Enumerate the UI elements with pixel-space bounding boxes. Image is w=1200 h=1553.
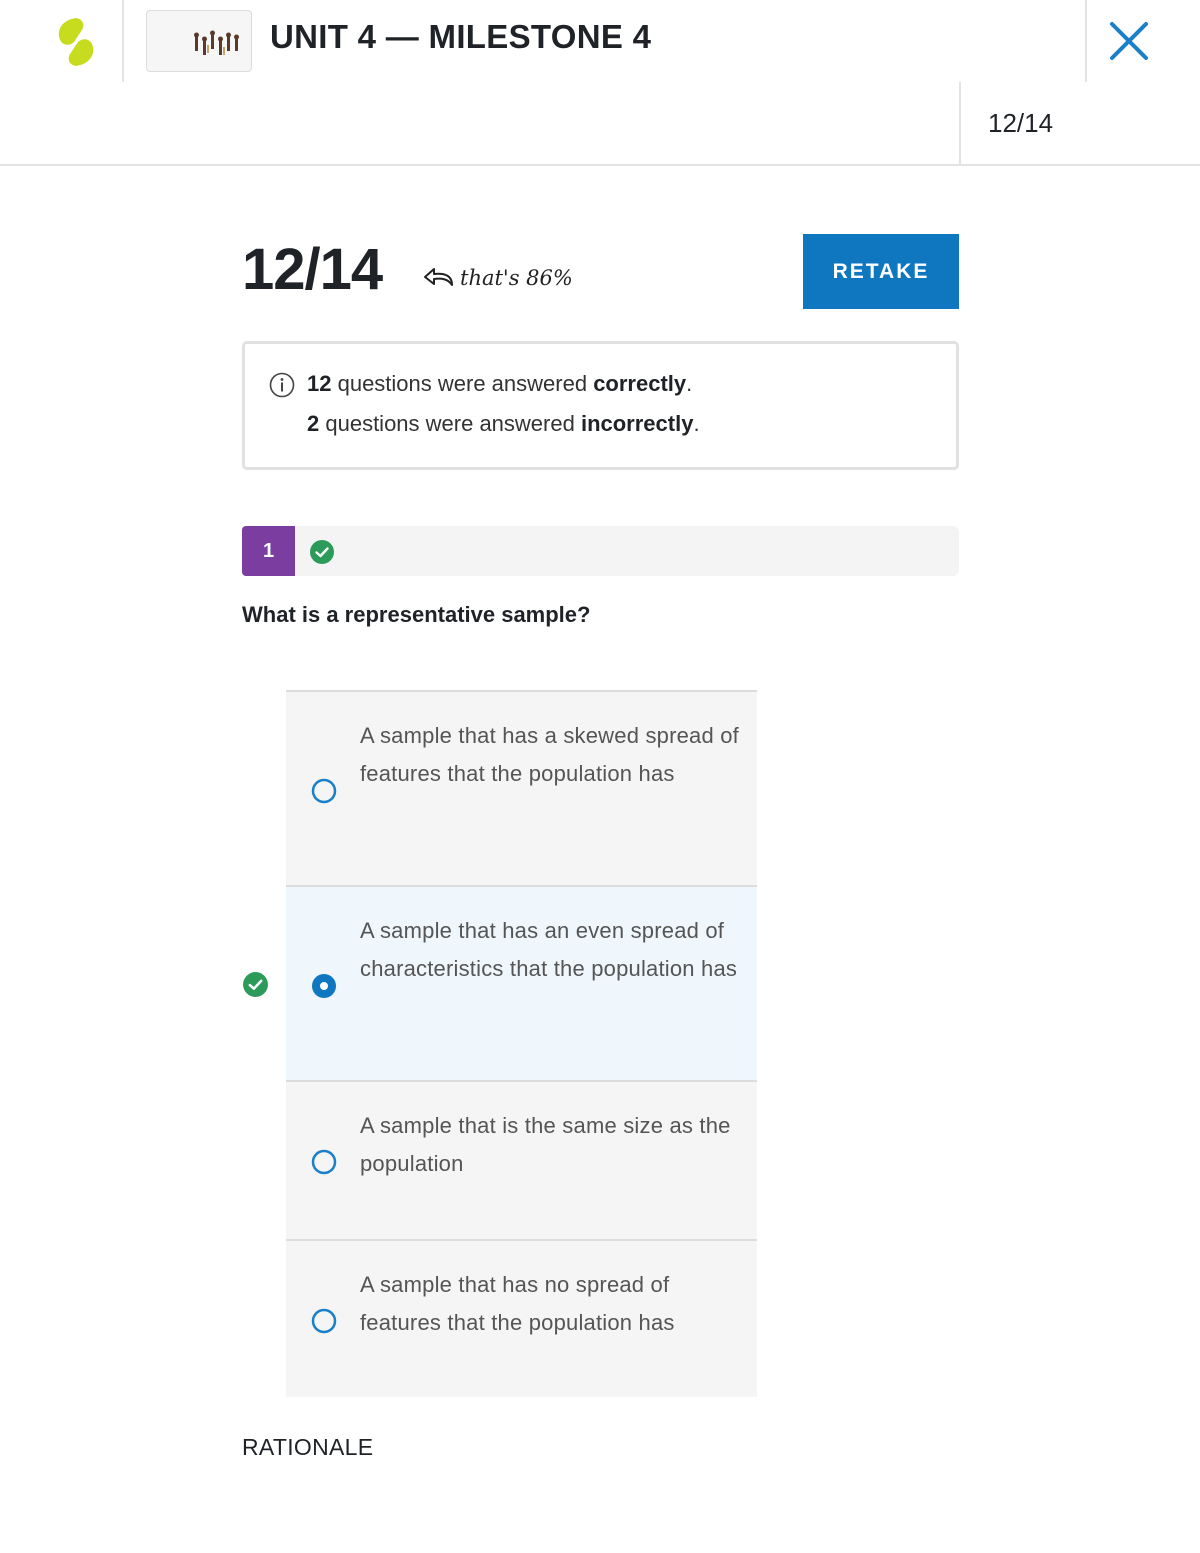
- incorrect-word: incorrectly: [580, 411, 694, 436]
- percent-note: that's 86%: [422, 262, 573, 294]
- radio-unselected-icon[interactable]: [311, 1308, 337, 1334]
- progress-counter: 12/14: [988, 108, 1054, 138]
- unit-thumbnail: [146, 10, 252, 72]
- answer-option-text: A sample that is the same size as the po…: [360, 1113, 731, 1176]
- answer-option-4[interactable]: A sample that has no spread of features …: [286, 1239, 757, 1397]
- page-title: UNIT 4 — MILESTONE 4: [270, 18, 652, 55]
- answer-option-2[interactable]: A sample that has an even spread of char…: [286, 885, 757, 1081]
- rationale-heading: RATIONALE: [242, 1434, 374, 1460]
- incorrect-period: .: [693, 411, 700, 436]
- question-header: [242, 526, 959, 576]
- answer-option-text: A sample that has an even spread of char…: [360, 918, 738, 981]
- retake-button[interactable]: RETAKE: [803, 234, 959, 309]
- curved-arrow-icon: [424, 268, 453, 286]
- correct-period: .: [686, 371, 693, 396]
- question-number-badge: 1: [242, 526, 295, 576]
- correct-summary: 12 questions were answered correctly.: [307, 371, 692, 397]
- incorrect-count: 2: [307, 411, 320, 436]
- percent-text: that's 86%: [460, 266, 573, 290]
- chess-pieces-thumbnail: [194, 30, 239, 55]
- radio-selected-icon[interactable]: [311, 973, 337, 999]
- sophia-leaf-logo[interactable]: [52, 14, 100, 70]
- question-text: What is a representative sample?: [242, 602, 591, 627]
- header-divider-right: [1085, 0, 1087, 82]
- close-icon[interactable]: [1108, 20, 1150, 62]
- results-summary: 12 questions were answered correctly. 2 …: [242, 341, 959, 470]
- answer-option-text: A sample that has a skewed spread of fea…: [360, 723, 739, 786]
- correct-check-icon: [310, 540, 334, 564]
- correct-count: 12: [307, 371, 332, 396]
- correct-word: correctly: [593, 371, 687, 396]
- top-header: UNIT 4 — MILESTONE 4: [0, 0, 1200, 82]
- info-icon: [269, 372, 295, 398]
- answer-option-1[interactable]: A sample that has a skewed spread of fea…: [286, 690, 757, 886]
- correct-answer-check-icon: [243, 972, 268, 997]
- radio-unselected-icon[interactable]: [311, 1149, 337, 1175]
- answer-option-text: A sample that has no spread of features …: [360, 1272, 675, 1335]
- answer-option-3[interactable]: A sample that is the same size as the po…: [286, 1080, 757, 1240]
- incorrect-text: questions were answered: [319, 411, 581, 436]
- incorrect-summary: 2 questions were answered incorrectly.: [307, 411, 700, 437]
- score-value: 12/14: [242, 237, 383, 302]
- correct-text: questions were answered: [331, 371, 594, 396]
- progress-divider: [959, 82, 961, 164]
- header-divider: [122, 0, 124, 82]
- radio-unselected-icon[interactable]: [311, 778, 337, 804]
